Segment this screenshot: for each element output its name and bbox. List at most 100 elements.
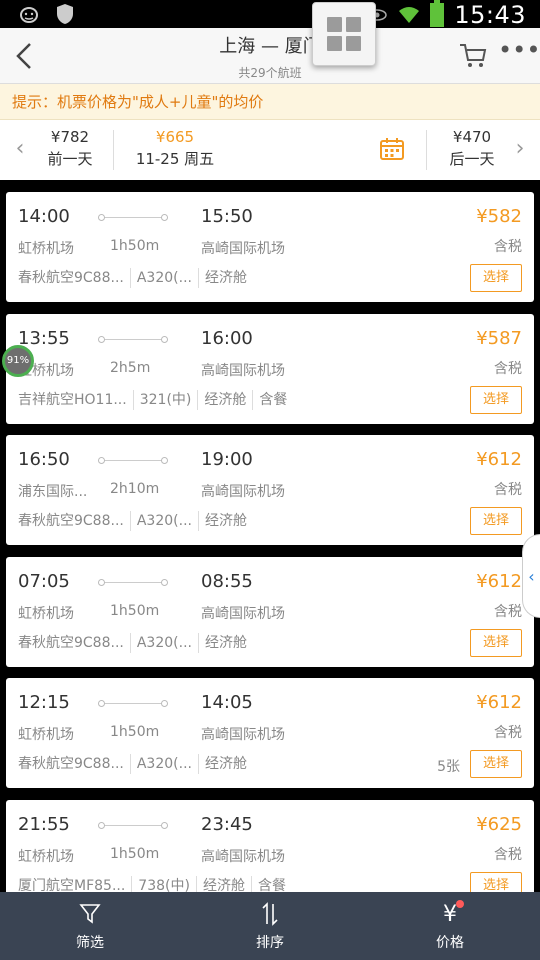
arrival-time: 19:00: [201, 449, 253, 470]
flight-details: 春秋航空9C88... A320(... 经济舱: [18, 268, 253, 288]
aircraft: A320(...: [129, 632, 198, 653]
airline: 春秋航空9C88...: [18, 756, 124, 772]
bottom-tab-bar: 筛选 排序 ¥ 价格: [0, 892, 540, 960]
flight-details: 厦门航空MF85... 738(中) 经济舱 含餐: [18, 875, 292, 893]
departure-airport: 虹桥机场: [18, 605, 74, 622]
cabin-class: 经济舱: [195, 875, 251, 892]
flight-duration: 2h10m: [110, 481, 160, 497]
aircraft: A320(...: [129, 754, 198, 774]
progress-badge[interactable]: 91%: [2, 345, 34, 377]
flight-card[interactable]: 12:15 14:05 虹桥机场 1h50m 高崎国际机场 ¥612 含税 春秋航空9C88.…: [6, 678, 534, 788]
airline: 吉祥航空HO11...: [18, 391, 127, 408]
cabin-class: 经济舱: [197, 268, 253, 288]
notification-dot: [456, 900, 464, 908]
cabin-class: 经济舱: [197, 632, 253, 653]
departure-time: 12:15: [18, 692, 70, 713]
flight-duration: 2h5m: [110, 359, 151, 376]
arrival-time: 14:05: [201, 692, 253, 713]
next-day[interactable]: ¥470 后一天: [440, 128, 504, 169]
tax-included: 含税: [494, 239, 522, 255]
select-button[interactable]: 选择: [470, 264, 522, 292]
flight-details: 吉祥航空HO11... 321(中) 经济舱 含餐: [18, 389, 293, 410]
sort-icon: [180, 902, 360, 928]
tab-price-label: 价格: [436, 935, 464, 951]
aircraft: 738(中): [131, 875, 196, 892]
select-button[interactable]: 选择: [470, 507, 522, 535]
chevron-left-icon[interactable]: ‹: [10, 134, 30, 164]
more-icon[interactable]: •••: [498, 38, 540, 70]
prev-day[interactable]: ¥782 前一天: [38, 128, 102, 169]
current-day-label: 11-25 周五: [135, 150, 215, 168]
arrival-airport: 高崎国际机场: [201, 241, 285, 257]
route-line: [98, 700, 168, 708]
divider: [113, 130, 114, 170]
flight-card[interactable]: 21:55 23:45 虹桥机场 1h50m 高崎国际机场 ¥625 含税 厦门航空MF85.…: [6, 799, 534, 893]
chevron-right-icon[interactable]: ›: [510, 134, 530, 164]
flight-card[interactable]: 07:05 08:55 虹桥机场 1h50m 高崎国际机场 ¥612 含税 春秋航空9C88.…: [6, 556, 534, 667]
airline: 春秋航空9C88...: [18, 270, 124, 286]
prev-day-label: 前一天: [47, 150, 93, 168]
tab-filter-label: 筛选: [76, 935, 104, 951]
select-button[interactable]: 选择: [470, 385, 522, 414]
wifi-icon: [398, 4, 420, 26]
calendar-icon[interactable]: [380, 138, 404, 160]
flight-details: 春秋航空9C88... A320(... 经济舱: [18, 754, 253, 774]
price-tip: 提示：机票价格为"成人+儿童"的均价: [0, 84, 540, 120]
arrival-time: 08:55: [201, 570, 253, 592]
tab-filter[interactable]: 筛选: [0, 892, 180, 960]
route-line: [98, 821, 168, 830]
arrival-airport: 高崎国际机场: [201, 484, 285, 500]
aircraft: A320(...: [129, 268, 198, 288]
route-line: [98, 335, 168, 344]
date-selector: ‹ ¥782 前一天 ¥665 11-25 周五 ¥470 后一天 ›: [0, 120, 540, 180]
departure-time: 13:55: [18, 327, 70, 349]
departure-time: 14:00: [18, 206, 70, 227]
select-button[interactable]: 选择: [470, 750, 522, 778]
battery-icon: [430, 0, 445, 27]
select-button[interactable]: 选择: [470, 871, 522, 892]
airline: 厦门航空MF85...: [18, 877, 126, 893]
meal-info: 含餐: [250, 875, 292, 892]
departure-airport: 虹桥机场: [18, 241, 74, 257]
tab-price[interactable]: ¥ 价格: [360, 892, 540, 960]
header: 上海 — 厦门 共29个航班 •••: [0, 28, 540, 84]
flight-duration: 1h50m: [110, 602, 160, 619]
next-day-price: ¥470: [452, 128, 492, 146]
side-drawer-handle[interactable]: ‹: [522, 534, 540, 618]
flight-price: ¥612: [476, 692, 522, 713]
flight-details: 春秋航空9C88... A320(... 经济舱: [18, 632, 253, 653]
floating-window-icon[interactable]: [312, 2, 376, 66]
tab-sort[interactable]: 排序: [180, 892, 360, 960]
arrival-time: 16:00: [201, 327, 253, 349]
departure-time: 07:05: [18, 570, 70, 592]
cart-icon[interactable]: [458, 42, 488, 70]
status-bar: 15:43: [0, 0, 540, 29]
arrival-airport: 高崎国际机场: [201, 727, 285, 743]
flight-card[interactable]: 16:50 19:00 浦东国际... 2h10m 高崎国际机场 ¥612 含税 春秋航空9C…: [6, 435, 534, 545]
next-day-label: 后一天: [449, 150, 495, 168]
flight-card[interactable]: 14:00 15:50 虹桥机场 1h50m 高崎国际机场 ¥582 含税 春秋航空9C88.…: [6, 192, 534, 302]
meal-info: 含餐: [252, 389, 293, 410]
flight-duration: 1h50m: [110, 238, 160, 254]
filter-icon: [0, 902, 180, 928]
current-day[interactable]: ¥665 11-25 周五: [124, 128, 226, 169]
aircraft: 321(中): [132, 389, 198, 410]
divider: [426, 130, 427, 170]
flight-card[interactable]: 13:55 16:00 虹桥机场 2h5m 高崎国际机场 ¥587 含税 吉祥航空HO11..…: [6, 313, 534, 424]
flight-details: 春秋航空9C88... A320(... 经济舱: [18, 511, 253, 531]
cabin-class: 经济舱: [197, 511, 253, 531]
airline: 春秋航空9C88...: [18, 513, 124, 529]
cat-face-icon: [18, 3, 40, 25]
arrival-airport: 高崎国际机场: [201, 848, 285, 865]
tax-included: 含税: [494, 725, 522, 741]
departure-airport: 虹桥机场: [18, 727, 74, 743]
route-line: [98, 578, 168, 587]
flight-list[interactable]: 14:00 15:50 虹桥机场 1h50m 高崎国际机场 ¥582 含税 春秋航空9C88.…: [0, 180, 540, 892]
yen-icon: ¥: [443, 902, 457, 927]
tax-included: 含税: [494, 482, 522, 498]
airline: 春秋航空9C88...: [18, 634, 124, 651]
aircraft: A320(...: [129, 511, 198, 531]
flight-price: ¥587: [476, 327, 522, 349]
flight-price: ¥625: [476, 813, 522, 835]
select-button[interactable]: 选择: [470, 628, 522, 657]
